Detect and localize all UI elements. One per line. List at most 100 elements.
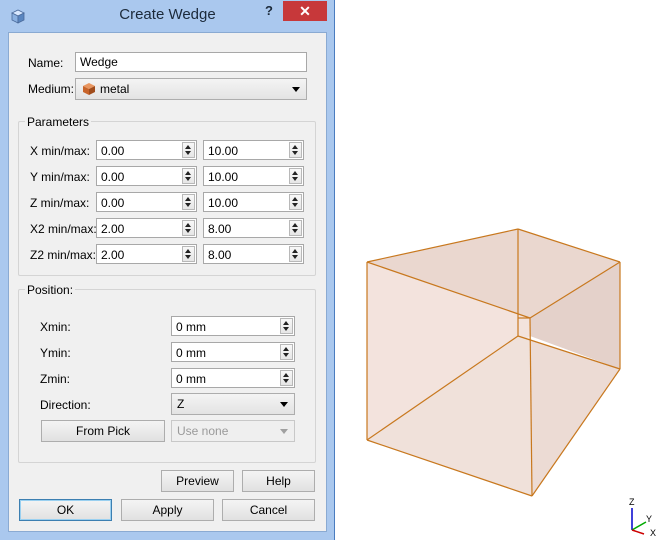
zmin-spinbox[interactable]: 0 mm	[171, 368, 295, 388]
param-min-value: 0.00	[101, 144, 125, 158]
chevron-down-icon	[280, 429, 288, 434]
spin-buttons[interactable]	[289, 246, 302, 262]
spin-down-icon[interactable]	[185, 177, 191, 181]
param-max-value: 8.00	[208, 222, 232, 236]
medium-dropdown[interactable]: metal	[75, 78, 307, 100]
param-max-value: 10.00	[208, 196, 239, 210]
param-min-spinbox[interactable]: 2.00	[96, 218, 197, 238]
spin-buttons[interactable]	[289, 168, 302, 184]
spin-up-icon[interactable]	[185, 223, 191, 227]
create-wedge-dialog: Create Wedge ? ✕ Name: Wedge Medium: met…	[0, 0, 335, 540]
param-max-spinbox[interactable]: 8.00	[203, 244, 304, 264]
use-pick-value: Use none	[177, 424, 229, 438]
spin-buttons[interactable]	[182, 194, 195, 210]
spin-up-icon[interactable]	[292, 249, 298, 253]
dialog-body: Name: Wedge Medium: metal Parameters X m…	[8, 32, 327, 532]
param-max-spinbox[interactable]: 10.00	[203, 192, 304, 212]
param-max-spinbox[interactable]: 10.00	[203, 166, 304, 186]
param-min-spinbox[interactable]: 0.00	[96, 192, 197, 212]
param-row-label: X2 min/max:	[30, 222, 97, 236]
spin-down-icon[interactable]	[292, 203, 298, 207]
param-min-value: 2.00	[101, 248, 125, 262]
from-pick-button[interactable]: From Pick	[41, 420, 165, 442]
cancel-button[interactable]: Cancel	[222, 499, 315, 521]
ymin-spinbox[interactable]: 0 mm	[171, 342, 295, 362]
spin-buttons[interactable]	[182, 220, 195, 236]
help-button[interactable]: Help	[242, 470, 315, 492]
param-max-spinbox[interactable]: 8.00	[203, 218, 304, 238]
spin-down-icon[interactable]	[283, 353, 289, 357]
spin-buttons[interactable]	[182, 168, 195, 184]
spin-buttons[interactable]	[289, 194, 302, 210]
help-icon[interactable]: ?	[258, 1, 280, 21]
axis-triad-icon: Z Y X	[620, 497, 660, 540]
spin-buttons[interactable]	[289, 142, 302, 158]
name-input[interactable]: Wedge	[75, 52, 307, 72]
position-title: Position:	[25, 283, 76, 297]
spin-down-icon[interactable]	[292, 255, 298, 259]
preview-button[interactable]: Preview	[161, 470, 234, 492]
zmin-label: Zmin:	[40, 372, 70, 386]
param-min-value: 0.00	[101, 170, 125, 184]
param-min-spinbox[interactable]: 2.00	[96, 244, 197, 264]
close-icon[interactable]: ✕	[283, 1, 327, 21]
spin-down-icon[interactable]	[283, 327, 289, 331]
spin-down-icon[interactable]	[185, 229, 191, 233]
spin-buttons[interactable]	[182, 142, 195, 158]
spin-down-icon[interactable]	[283, 379, 289, 383]
spin-down-icon[interactable]	[185, 203, 191, 207]
spin-up-icon[interactable]	[292, 197, 298, 201]
param-row-label: Z min/max:	[30, 196, 90, 210]
medium-label: Medium:	[28, 82, 75, 96]
spin-up-icon[interactable]	[283, 347, 289, 351]
parameters-title: Parameters	[25, 115, 92, 129]
direction-dropdown[interactable]: Z	[171, 393, 295, 415]
spin-up-icon[interactable]	[185, 145, 191, 149]
medium-value: metal	[100, 82, 130, 96]
xmin-spinbox[interactable]: 0 mm	[171, 316, 295, 336]
chevron-down-icon	[280, 402, 288, 407]
zmin-value: 0 mm	[176, 372, 206, 386]
ymin-label: Ymin:	[40, 346, 71, 360]
param-row-label: X min/max:	[30, 144, 91, 158]
spin-down-icon[interactable]	[292, 177, 298, 181]
param-min-value: 0.00	[101, 196, 125, 210]
param-max-value: 10.00	[208, 170, 239, 184]
chevron-down-icon	[292, 87, 300, 92]
spin-up-icon[interactable]	[185, 197, 191, 201]
spin-up-icon[interactable]	[292, 171, 298, 175]
spin-down-icon[interactable]	[185, 151, 191, 155]
param-min-spinbox[interactable]: 0.00	[96, 140, 197, 160]
xmin-value: 0 mm	[176, 320, 206, 334]
spin-up-icon[interactable]	[283, 373, 289, 377]
spin-up-icon[interactable]	[292, 223, 298, 227]
axis-x-label: X	[650, 528, 657, 538]
axis-z-label: Z	[629, 497, 635, 507]
apply-button[interactable]: Apply	[121, 499, 214, 521]
spin-buttons[interactable]	[280, 344, 293, 360]
spin-up-icon[interactable]	[185, 249, 191, 253]
spin-down-icon[interactable]	[292, 229, 298, 233]
param-min-spinbox[interactable]: 0.00	[96, 166, 197, 186]
spin-buttons[interactable]	[280, 370, 293, 386]
spin-up-icon[interactable]	[283, 321, 289, 325]
param-max-value: 10.00	[208, 144, 239, 158]
spin-down-icon[interactable]	[292, 151, 298, 155]
axis-y-label: Y	[646, 514, 653, 524]
spin-down-icon[interactable]	[185, 255, 191, 259]
param-max-spinbox[interactable]: 10.00	[203, 140, 304, 160]
direction-value: Z	[177, 397, 185, 411]
spin-buttons[interactable]	[182, 246, 195, 262]
param-row-label: Y min/max:	[30, 170, 90, 184]
spin-up-icon[interactable]	[292, 145, 298, 149]
spin-up-icon[interactable]	[185, 171, 191, 175]
name-label: Name:	[28, 56, 64, 70]
ok-button[interactable]: OK	[19, 499, 112, 521]
spin-buttons[interactable]	[280, 318, 293, 334]
dialog-titlebar[interactable]: Create Wedge ? ✕	[0, 0, 335, 32]
param-min-value: 2.00	[101, 222, 125, 236]
param-row-label: Z2 min/max:	[30, 248, 97, 262]
spin-buttons[interactable]	[289, 220, 302, 236]
material-cube-icon	[82, 82, 96, 96]
ymin-value: 0 mm	[176, 346, 206, 360]
